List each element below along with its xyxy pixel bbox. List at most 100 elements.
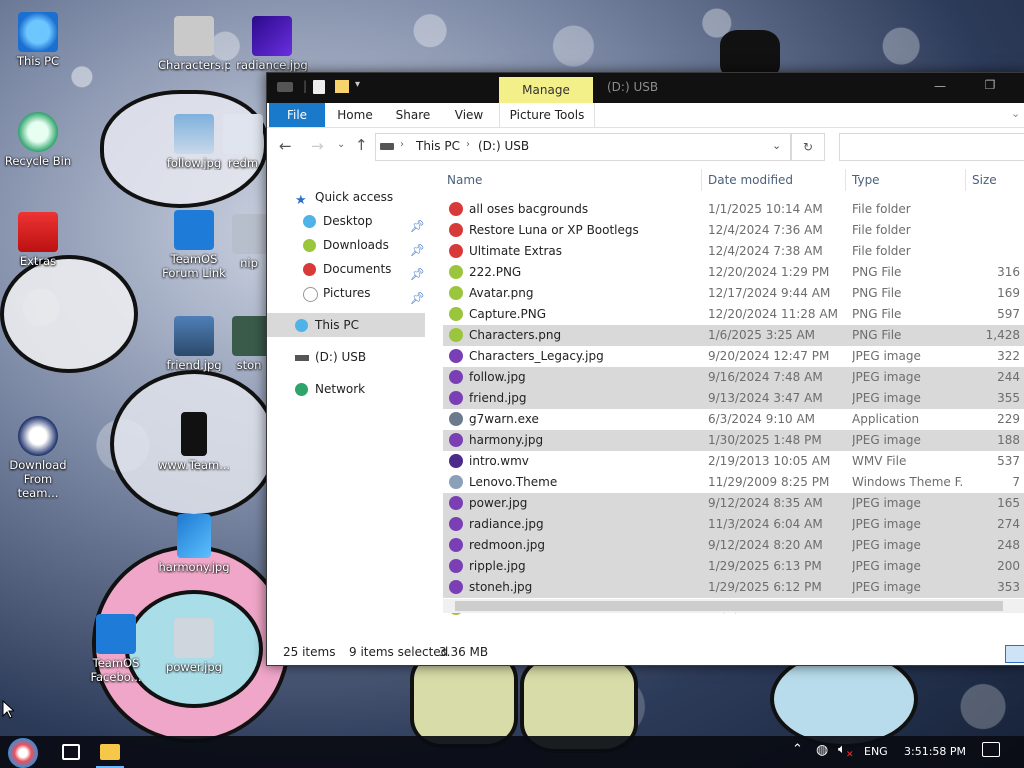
quick-access-toolbar-dropdown-icon[interactable]: ▾	[355, 79, 360, 90]
nav-downloads[interactable]: Downloads 📌︎	[267, 233, 425, 257]
desktop-icon-label: Download From team...	[9, 458, 67, 500]
nav-label: Downloads	[323, 238, 389, 252]
scrollbar-thumb[interactable]	[455, 601, 1003, 611]
table-row[interactable]: harmony.jpg 1/30/2025 1:48 PM JPEG image 18…	[443, 430, 1024, 451]
column-divider[interactable]	[965, 169, 966, 191]
table-row[interactable]: Ultimate Extras 12/4/2024 7:38 AM File fol…	[443, 241, 1024, 262]
nav-quick-access[interactable]: ★ Quick access	[267, 185, 425, 209]
table-row[interactable]: radiance.jpg 11/3/2024 6:04 AM JPEG image 2…	[443, 514, 1024, 535]
table-row[interactable]: intro.wmv 2/19/2013 10:05 AM WMV File 537	[443, 451, 1024, 472]
table-row[interactable]: g7warn.exe 6/3/2024 9:10 AM Application 229	[443, 409, 1024, 430]
desktop-icon-nip[interactable]: nip	[232, 214, 266, 270]
minimize-button[interactable]: —	[925, 79, 955, 97]
address-bar[interactable]: › This PC › (D:) USB ⌄	[375, 133, 791, 161]
new-folder-icon[interactable]	[335, 80, 349, 93]
action-center-icon[interactable]	[982, 742, 1000, 757]
properties-icon[interactable]	[313, 80, 325, 94]
desktop-icon-this-pc[interactable]: This PC	[2, 12, 74, 68]
file-type-icon	[449, 202, 463, 216]
drive-icon	[380, 143, 394, 150]
column-divider[interactable]	[701, 169, 702, 191]
tab-view[interactable]: View	[445, 103, 493, 127]
pin-icon[interactable]: 📌︎	[410, 286, 425, 310]
horizontal-scrollbar[interactable]: ‹	[443, 599, 1024, 613]
desktop-icon-www-team[interactable]: www.Team...	[158, 412, 230, 472]
details-view-icon[interactable]	[1005, 645, 1024, 663]
table-row[interactable]: Lenovo.Theme 11/29/2009 8:25 PM Windows Th…	[443, 472, 1024, 493]
table-row[interactable]: Restore Luna or XP Bootlegs 12/4/2024 7:3…	[443, 220, 1024, 241]
file-type: JPEG image	[852, 349, 921, 363]
tab-file[interactable]: File	[269, 103, 325, 127]
nav-documents[interactable]: Documents 📌︎	[267, 257, 425, 281]
forward-button[interactable]: →	[311, 137, 324, 155]
desktop-icon-stoneh[interactable]: ston	[232, 316, 266, 372]
desktop-icon-download[interactable]: Download From team...	[2, 416, 74, 500]
network-globe-icon[interactable]: ◍	[816, 742, 828, 758]
table-row[interactable]: redmoon.jpg 9/12/2024 8:20 AM JPEG image 24…	[443, 535, 1024, 556]
maximize-button[interactable]: ❐	[975, 78, 1005, 96]
table-row[interactable]: ripple.jpg 1/29/2025 6:13 PM JPEG image 200	[443, 556, 1024, 577]
table-row[interactable]: follow.jpg 9/16/2024 7:48 AM JPEG image 244	[443, 367, 1024, 388]
show-hidden-icons-chevron-up-icon[interactable]: ⌃	[792, 742, 803, 757]
file-date-modified: 9/20/2024 12:47 PM	[708, 349, 830, 363]
file-date-modified: 12/20/2024 11:28 AM	[708, 307, 838, 321]
desktop-icon-friend[interactable]: friend.jpg	[158, 316, 230, 372]
table-row[interactable]: power.jpg 9/12/2024 8:35 AM JPEG image 165	[443, 493, 1024, 514]
column-divider[interactable]	[845, 169, 846, 191]
table-row[interactable]: Characters_Legacy.jpg 9/20/2024 12:47 PM J…	[443, 346, 1024, 367]
desktop-icon-teamos-forum[interactable]: TeamOS Forum Link	[158, 210, 230, 280]
desktop-icon-characters[interactable]: Characters.png	[158, 16, 230, 72]
ribbon-expand-icon[interactable]: ⌄	[1011, 107, 1020, 120]
nav-desktop[interactable]: Desktop 📌︎	[267, 209, 425, 233]
column-header-size[interactable]: Size	[972, 167, 1022, 193]
manage-contextual-tab[interactable]: Manage	[499, 77, 593, 103]
back-button[interactable]: ←	[279, 137, 292, 155]
up-button[interactable]: ↑	[355, 136, 368, 154]
start-button[interactable]	[8, 738, 38, 768]
volume-muted-icon[interactable]: 🔈︎	[838, 742, 846, 757]
file-type-icon	[449, 538, 463, 552]
gear-icon	[174, 210, 214, 250]
tab-home[interactable]: Home	[329, 103, 381, 127]
table-row[interactable]: 222.PNG 12/20/2024 1:29 PM PNG File 316	[443, 262, 1024, 283]
nav-pictures[interactable]: Pictures 📌︎	[267, 281, 425, 305]
file-type: Windows Theme F...	[852, 475, 962, 489]
breadcrumb-usb[interactable]: (D:) USB	[478, 139, 529, 153]
task-view-icon[interactable]	[62, 744, 80, 760]
tab-share[interactable]: Share	[387, 103, 439, 127]
desktop-icon-redmoon[interactable]: redm	[220, 114, 266, 170]
nav-this-pc[interactable]: This PC	[267, 313, 425, 337]
desktop-icon-power[interactable]: power.jpg	[158, 618, 230, 674]
column-header-date[interactable]: Date modified	[708, 167, 838, 193]
clock[interactable]: 3:51:58 PM	[904, 745, 966, 758]
table-row[interactable]: Capture.PNG 12/20/2024 11:28 AM PNG File 59…	[443, 304, 1024, 325]
column-header-type[interactable]: Type	[852, 167, 962, 193]
desktop-icon-recycle-bin[interactable]: Recycle Bin	[2, 112, 74, 168]
refresh-button[interactable]: ↻	[791, 133, 825, 161]
status-bar: 25 items 9 items selected 3.36 MB	[267, 641, 1024, 665]
image-thumbnail-icon	[174, 114, 214, 154]
desktop-icon-teamos-facebook[interactable]: TeamOS Facebo...	[80, 614, 152, 684]
selected-size: 3.36 MB	[439, 645, 489, 659]
input-language[interactable]: ENG	[864, 745, 888, 758]
desktop-icon-harmony[interactable]: harmony.jpg	[158, 514, 230, 574]
nav-network[interactable]: Network	[267, 377, 425, 401]
desktop-icon-radiance[interactable]: radiance.jpg	[236, 16, 308, 72]
nav-usb-drive[interactable]: (D:) USB	[267, 345, 425, 369]
breadcrumb-this-pc[interactable]: This PC	[416, 139, 460, 153]
title-bar[interactable]: | ▾ Manage (D:) USB — ❐	[267, 73, 1024, 103]
table-row[interactable]: Characters.png 1/6/2025 3:25 AM PNG File 1,…	[443, 325, 1024, 346]
image-thumbnail-icon	[174, 16, 214, 56]
search-input[interactable]	[839, 133, 1024, 161]
address-dropdown-chevron-down-icon[interactable]: ⌄	[772, 139, 781, 152]
table-row[interactable]: Avatar.png 12/17/2024 9:44 AM PNG File 169	[443, 283, 1024, 304]
file-type: WMV File	[852, 454, 907, 468]
table-row[interactable]: all oses bacgrounds 1/1/2025 10:14 AM File…	[443, 199, 1024, 220]
table-row[interactable]: friend.jpg 9/13/2024 3:47 AM JPEG image 355	[443, 388, 1024, 409]
file-size: 200	[997, 559, 1020, 573]
desktop-icon-extras[interactable]: Extras	[2, 212, 74, 268]
table-row[interactable]: stoneh.jpg 1/29/2025 6:12 PM JPEG image 353	[443, 577, 1024, 598]
tab-picture-tools[interactable]: Picture Tools	[499, 103, 595, 127]
file-explorer-taskbar-icon[interactable]	[100, 744, 120, 760]
recent-locations-chevron-down-icon[interactable]: ⌄	[337, 139, 345, 150]
